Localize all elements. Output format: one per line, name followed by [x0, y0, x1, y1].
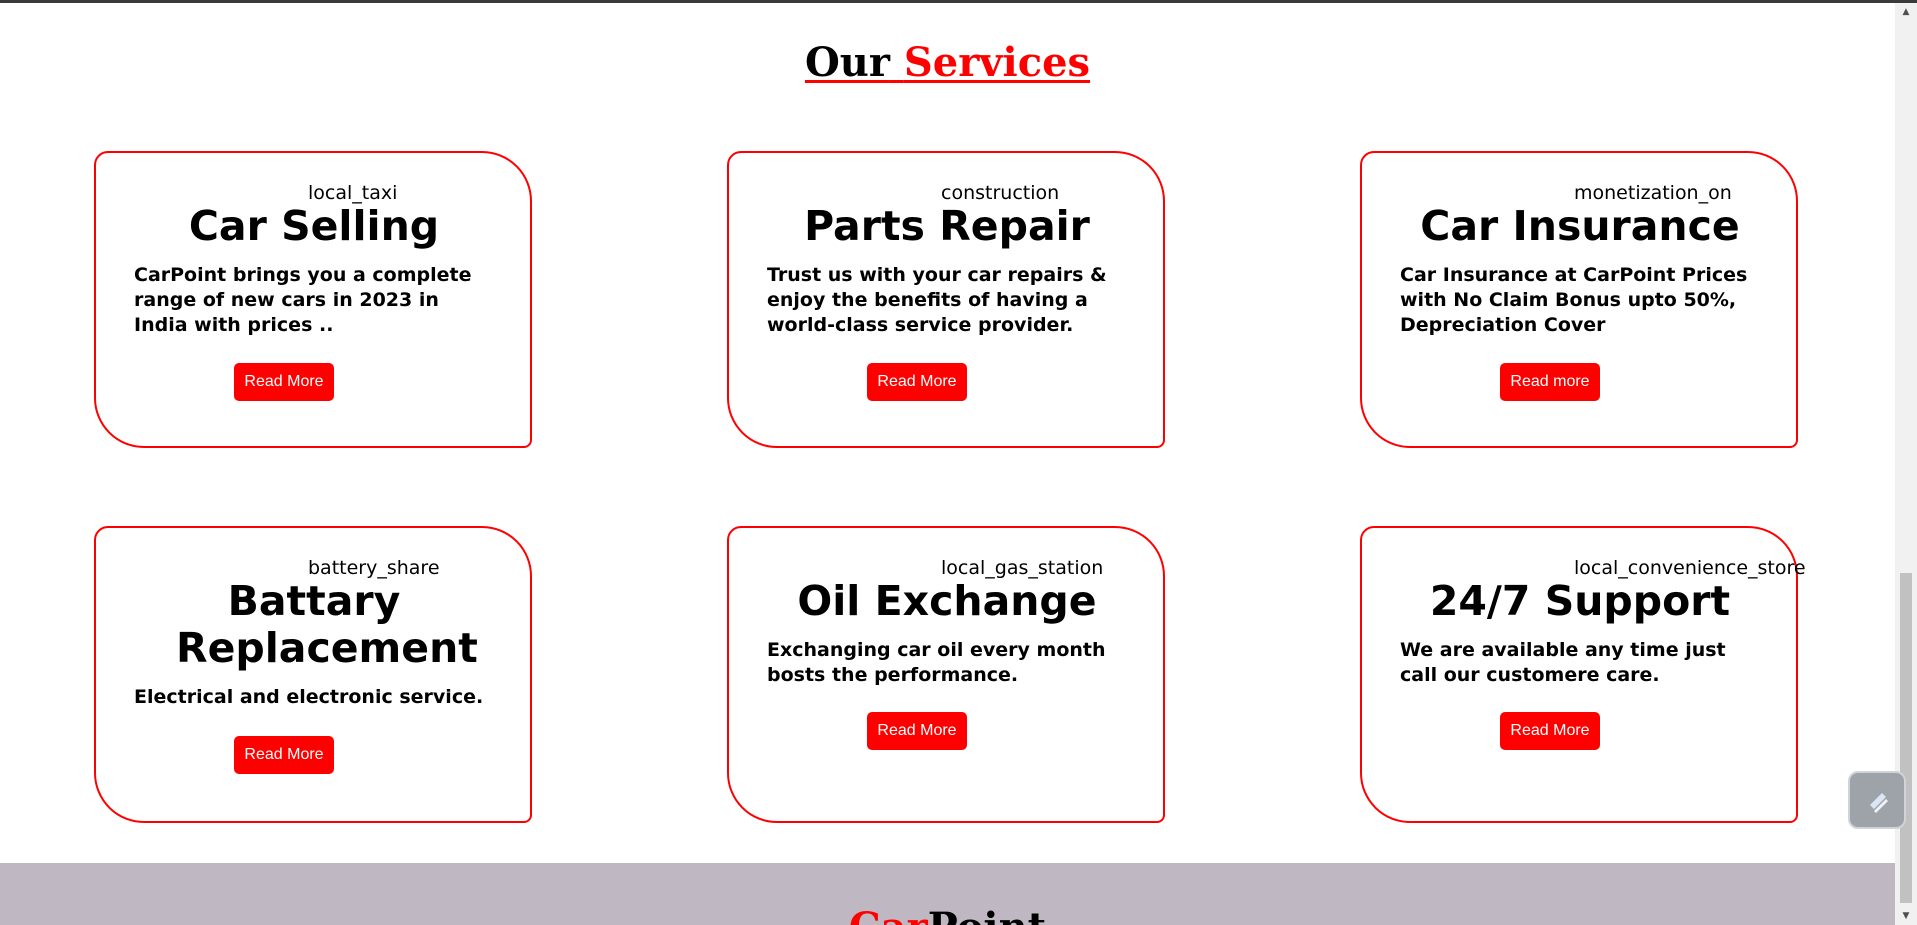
- read-more-button[interactable]: Read More: [867, 363, 967, 401]
- brand-part-point: Point: [928, 904, 1046, 925]
- heading-word-our: Our: [804, 39, 890, 86]
- card-title: Oil Exchange: [797, 577, 1097, 625]
- page: Our Services local_taxi Car Selling CarP…: [0, 0, 1917, 925]
- footer: CarPoint: [0, 863, 1895, 925]
- floating-widget-button[interactable]: [1848, 771, 1906, 829]
- card-description: Electrical and electronic service.: [134, 686, 484, 708]
- read-more-button[interactable]: Read More: [867, 712, 967, 750]
- read-more-button[interactable]: Read More: [234, 736, 334, 774]
- card-description: We are available any time just call our …: [1400, 639, 1726, 686]
- card-title: 24/7 Support: [1429, 577, 1731, 625]
- card-title: Parts Repair: [804, 202, 1090, 250]
- service-card-car-insurance: monetization_on Car Insurance Car Insura…: [1360, 151, 1798, 448]
- card-title: Battary Replacement: [176, 577, 478, 672]
- card-description: Exchanging car oil every month bosts the…: [767, 639, 1106, 686]
- card-description: CarPoint brings you a complete range of …: [134, 264, 472, 336]
- card-description: Car Insurance at CarPoint Prices with No…: [1400, 264, 1748, 336]
- top-border: [0, 0, 1917, 3]
- service-card-battery-replacement: battery_share Battary Replacement Electr…: [94, 526, 532, 823]
- brand-part-car: Car: [849, 904, 928, 925]
- service-card-oil-exchange: local_gas_station Oil Exchange Exchangin…: [727, 526, 1165, 823]
- read-more-button[interactable]: Read More: [1500, 712, 1600, 750]
- widget-icon: [1870, 793, 1888, 813]
- card-title: Car Insurance: [1420, 202, 1740, 250]
- read-more-button[interactable]: Read More: [234, 363, 334, 401]
- heading-word-services: Services: [903, 39, 1091, 86]
- card-description: Trust us with your car repairs & enjoy t…: [767, 264, 1107, 336]
- service-card-support: local_convenience_store 24/7 Support We …: [1360, 526, 1806, 823]
- read-more-button[interactable]: Read more: [1500, 363, 1600, 401]
- scroll-up-arrow-icon[interactable]: ▲: [1895, 3, 1917, 21]
- service-card-parts-repair: construction Parts Repair Trust us with …: [727, 151, 1165, 448]
- scrollbar-thumb[interactable]: [1900, 573, 1912, 903]
- section-heading: Our Services: [0, 38, 1895, 88]
- scroll-down-arrow-icon[interactable]: ▼: [1895, 907, 1917, 925]
- footer-brand: CarPoint: [0, 903, 1895, 925]
- card-title: Car Selling: [188, 202, 440, 250]
- service-card-car-selling: local_taxi Car Selling CarPoint brings y…: [94, 151, 532, 448]
